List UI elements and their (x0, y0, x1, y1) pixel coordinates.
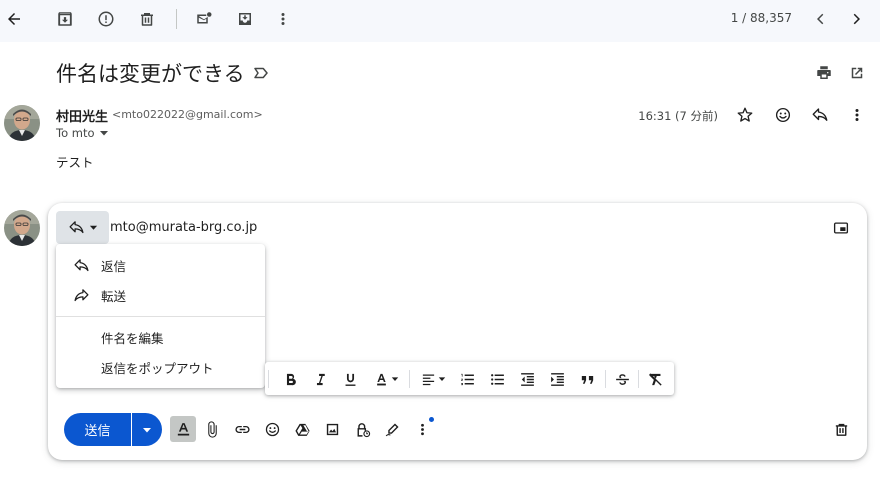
align-icon[interactable] (416, 368, 450, 390)
reply-icon (72, 256, 90, 274)
message-time: 16:31 (7 分前) (638, 109, 718, 123)
caret-down-icon (143, 427, 151, 432)
emoji-reaction-icon[interactable] (769, 101, 797, 129)
open-new-window-icon[interactable] (843, 59, 871, 87)
strikethrough-icon[interactable] (611, 368, 633, 390)
label-important-icon[interactable] (247, 59, 275, 87)
delete-icon[interactable] (133, 5, 161, 33)
numbered-list-icon[interactable] (456, 368, 478, 390)
menu-item-label: 転送 (101, 288, 127, 304)
chevron-right-icon[interactable] (843, 5, 871, 33)
bold-icon[interactable] (279, 368, 301, 390)
report-spam-icon[interactable] (92, 5, 120, 33)
italic-icon[interactable] (309, 368, 331, 390)
recipient-details-toggle[interactable]: To mto (56, 126, 109, 140)
menu-divider (56, 316, 265, 317)
insert-emoji-icon[interactable] (259, 416, 285, 442)
star-icon[interactable] (731, 101, 759, 129)
sender-avatar[interactable] (4, 105, 40, 141)
insert-photo-icon[interactable] (319, 416, 345, 442)
toolbar-divider (605, 370, 606, 388)
reply-icon[interactable] (806, 101, 834, 129)
formatting-options-toggle[interactable] (170, 416, 196, 442)
sender-email: <mto022022@gmail.com> (112, 108, 263, 121)
confidential-mode-icon[interactable] (349, 416, 375, 442)
toolbar-divider (409, 370, 410, 388)
chevron-left-icon[interactable] (806, 5, 834, 33)
to-label: To mto (56, 126, 95, 140)
more-vert-icon[interactable] (269, 5, 297, 33)
menu-item-label: 返信をポップアウト (101, 360, 214, 376)
insert-link-icon[interactable] (229, 416, 255, 442)
indent-less-icon[interactable] (516, 368, 538, 390)
toolbar-divider (268, 370, 269, 388)
reply-type-menu: 返信 転送 件名を編集 返信をポップアウト (56, 244, 265, 388)
archive-icon[interactable] (51, 5, 79, 33)
message-more-vert-icon[interactable] (843, 101, 871, 129)
remove-formatting-icon[interactable] (644, 368, 666, 390)
bulleted-list-icon[interactable] (486, 368, 508, 390)
move-to-icon[interactable] (231, 5, 259, 33)
toolbar-divider (638, 370, 639, 388)
formatting-toolbar (265, 362, 674, 395)
signature-pen-icon[interactable] (379, 416, 405, 442)
mark-unread-icon[interactable] (190, 5, 218, 33)
message-body: テスト (56, 155, 94, 170)
text-format-icon (177, 422, 189, 436)
indent-more-icon[interactable] (546, 368, 568, 390)
send-button[interactable]: 送信 (64, 413, 131, 446)
notification-dot (429, 417, 434, 422)
print-icon[interactable] (810, 59, 838, 87)
menu-item-label: 返信 (101, 258, 127, 274)
menu-item-label: 件名を編集 (101, 330, 164, 346)
menu-item-edit-subject[interactable]: 件名を編集 (56, 322, 265, 352)
discard-draft-icon[interactable] (828, 416, 854, 442)
caret-down-icon (99, 131, 108, 136)
recipient-address[interactable]: mto@murata-brg.co.jp (110, 220, 257, 235)
sender-name[interactable]: 村田光生 (56, 106, 108, 125)
google-drive-icon[interactable] (289, 416, 315, 442)
menu-item-forward[interactable]: 転送 (56, 280, 265, 310)
reply-icon (68, 221, 84, 234)
text-color-icon[interactable] (369, 368, 403, 390)
caret-down-icon (89, 225, 97, 230)
top-toolbar: 1 / 88,357 (0, 0, 880, 42)
forward-icon (72, 286, 90, 304)
toolbar-divider (176, 9, 177, 29)
menu-item-reply[interactable]: 返信 (56, 250, 265, 280)
menu-item-pop-out-reply[interactable]: 返信をポップアウト (56, 352, 265, 382)
pop-out-icon[interactable] (827, 214, 855, 242)
message-counter: 1 / 88,357 (730, 11, 792, 25)
email-subject: 件名は変更ができる (56, 62, 245, 86)
underline-icon[interactable] (339, 368, 361, 390)
reply-type-button[interactable] (56, 211, 109, 244)
my-avatar[interactable] (4, 210, 40, 246)
quote-icon[interactable] (576, 368, 598, 390)
attach-file-icon[interactable] (199, 416, 225, 442)
back-arrow-icon[interactable] (0, 5, 28, 33)
